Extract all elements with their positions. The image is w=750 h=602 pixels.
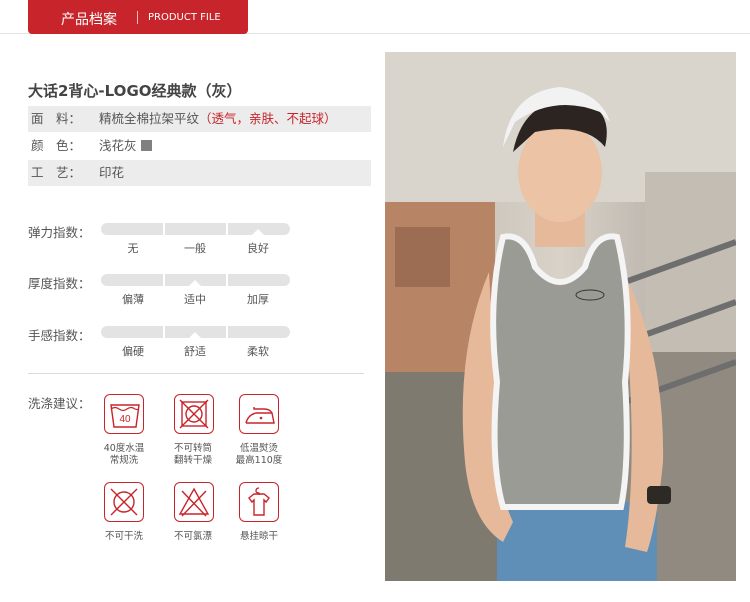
thickness-option: 适中 — [184, 293, 206, 306]
no-bleach-caption: 不可氯漂 — [173, 531, 212, 542]
handfeel-label: 手感指数： — [28, 328, 91, 343]
handfeel-option: 偏硬 — [122, 345, 144, 358]
fabric-value: 精梳全棉拉架平纹（透气，亲肤、不起球） — [99, 111, 337, 126]
section-tab: 产品档案 PRODUCT FILE — [28, 0, 248, 34]
handfeel-option: 舒适 — [184, 345, 206, 358]
fabric-label: 面 料： — [31, 111, 82, 126]
fabric-highlight: （透气，亲肤、不起球） — [199, 111, 337, 126]
elasticity-label: 弹力指数： — [28, 225, 91, 240]
elasticity-option: 无 — [127, 242, 139, 255]
model-photo-illustration — [385, 52, 736, 581]
elasticity-option: 一般 — [184, 242, 206, 255]
tab-separator — [137, 11, 138, 24]
svg-text:40: 40 — [119, 414, 131, 425]
hang-dry-icon — [239, 482, 279, 522]
section-title-en: PRODUCT FILE — [148, 12, 221, 23]
no-tumble-dry-caption: 不可转筒 翻转干燥 — [173, 443, 212, 466]
craft-value: 印花 — [99, 165, 125, 180]
no-dry-clean-icon — [104, 482, 144, 522]
thickness-option: 偏薄 — [122, 293, 144, 306]
section-divider — [28, 373, 364, 374]
section-title-cn: 产品档案 — [61, 12, 117, 28]
no-bleach-icon — [174, 482, 214, 522]
fabric-row: 面 料： 精梳全棉拉架平纹（透气，亲肤、不起球） — [28, 106, 371, 132]
elasticity-option: 良好 — [247, 242, 269, 255]
handfeel-marker — [189, 332, 201, 338]
no-tumble-dry-icon — [174, 394, 214, 434]
iron-low-caption: 低温熨烫 最高110度 — [235, 443, 283, 466]
thickness-marker — [189, 280, 201, 286]
color-row: 颜 色： 浅花灰 — [28, 133, 371, 159]
craft-row: 工 艺： 印花 — [28, 160, 371, 186]
thickness-option: 加厚 — [247, 293, 269, 306]
no-dry-clean-caption: 不可干洗 — [104, 531, 143, 542]
product-photo — [385, 52, 736, 581]
elasticity-marker — [252, 229, 264, 235]
wash-40-caption: 40度水温 常规洗 — [103, 443, 145, 466]
hang-dry-caption: 悬挂晾干 — [239, 531, 278, 542]
elasticity-bar — [101, 223, 290, 235]
thickness-label: 厚度指数： — [28, 276, 91, 291]
handfeel-bar — [101, 326, 290, 338]
handfeel-option: 柔软 — [247, 345, 269, 358]
wash-label: 洗涤建议： — [28, 396, 91, 411]
color-swatch — [140, 140, 152, 151]
color-label: 颜 色： — [31, 138, 82, 153]
wash-40-icon: 40 — [104, 394, 144, 434]
thickness-bar — [101, 274, 290, 286]
craft-label: 工 艺： — [31, 165, 82, 180]
color-value: 浅花灰 — [99, 133, 152, 159]
product-title: 大话2背心-LOGO经典款（灰） — [28, 82, 242, 100]
iron-low-icon — [239, 394, 279, 434]
